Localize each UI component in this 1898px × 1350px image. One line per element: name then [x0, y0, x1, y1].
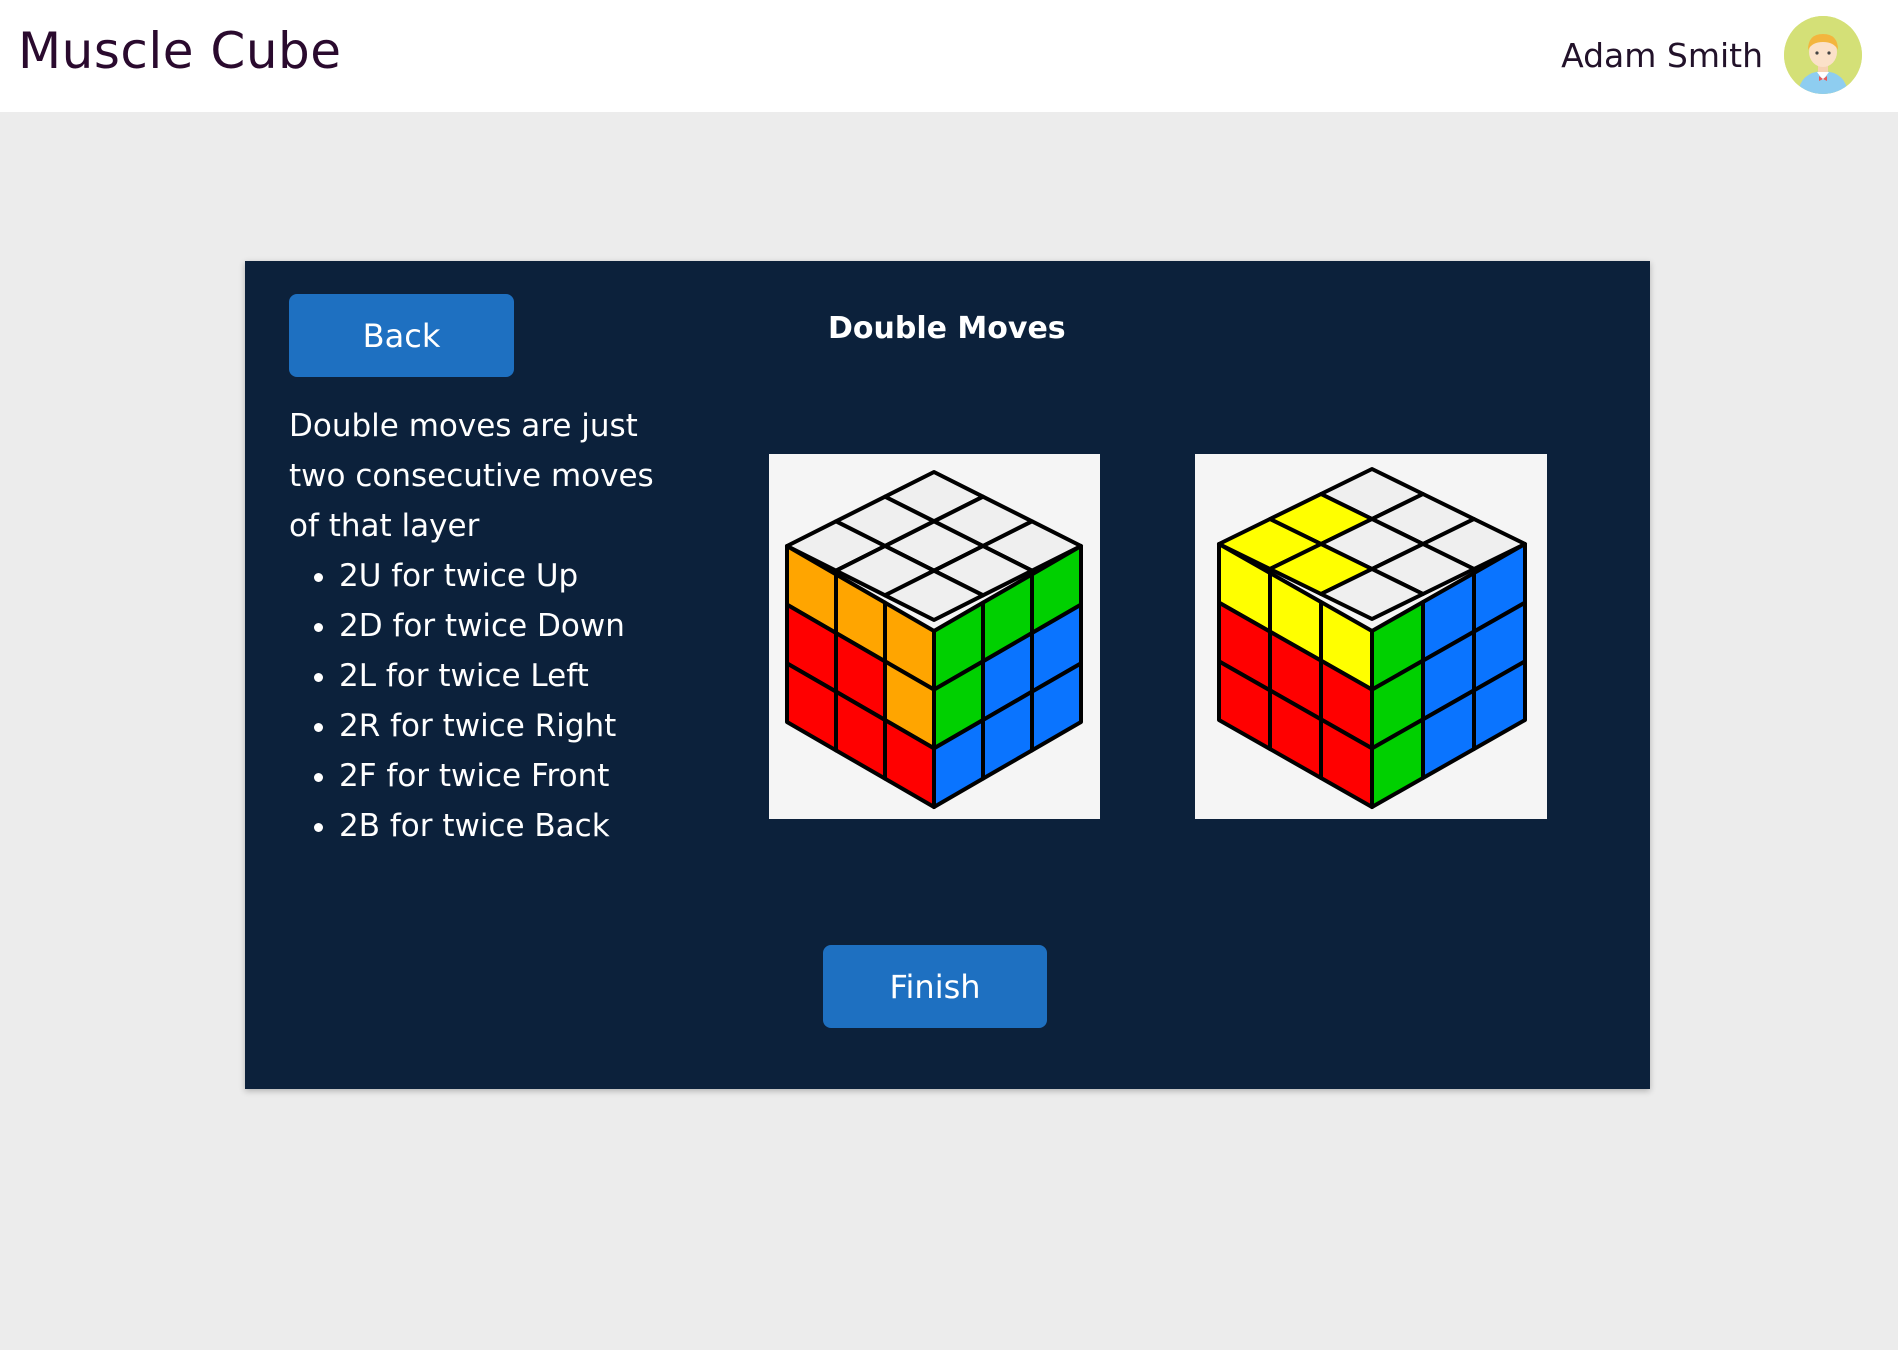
finish-button[interactable]: Finish — [823, 945, 1047, 1028]
move-item: 2U for twice Up — [339, 551, 689, 601]
lesson-description: Double moves are just two consecutive mo… — [289, 401, 689, 851]
moves-list: 2U for twice Up 2D for twice Down 2L for… — [289, 551, 689, 851]
cube-after-image — [1195, 454, 1547, 819]
user-name[interactable]: Adam Smith — [1561, 36, 1763, 75]
app-title[interactable]: Muscle Cube — [18, 22, 342, 80]
cube-after-icon — [1217, 467, 1527, 809]
move-item: 2D for twice Down — [339, 601, 689, 651]
cube-before-icon — [785, 470, 1083, 809]
user-avatar-icon[interactable] — [1784, 16, 1862, 94]
move-item: 2L for twice Left — [339, 651, 689, 701]
move-item: 2R for twice Right — [339, 701, 689, 751]
lesson-intro: Double moves are just two consecutive mo… — [289, 408, 654, 544]
move-item: 2F for twice Front — [339, 751, 689, 801]
lesson-title: Double Moves — [828, 311, 1066, 346]
move-item: 2B for twice Back — [339, 801, 689, 851]
lesson-card: Back Double Moves Double moves are just … — [245, 261, 1650, 1089]
cube-before-image — [769, 454, 1100, 819]
back-button[interactable]: Back — [289, 294, 514, 377]
top-bar: Muscle Cube Adam Smith — [0, 0, 1898, 112]
